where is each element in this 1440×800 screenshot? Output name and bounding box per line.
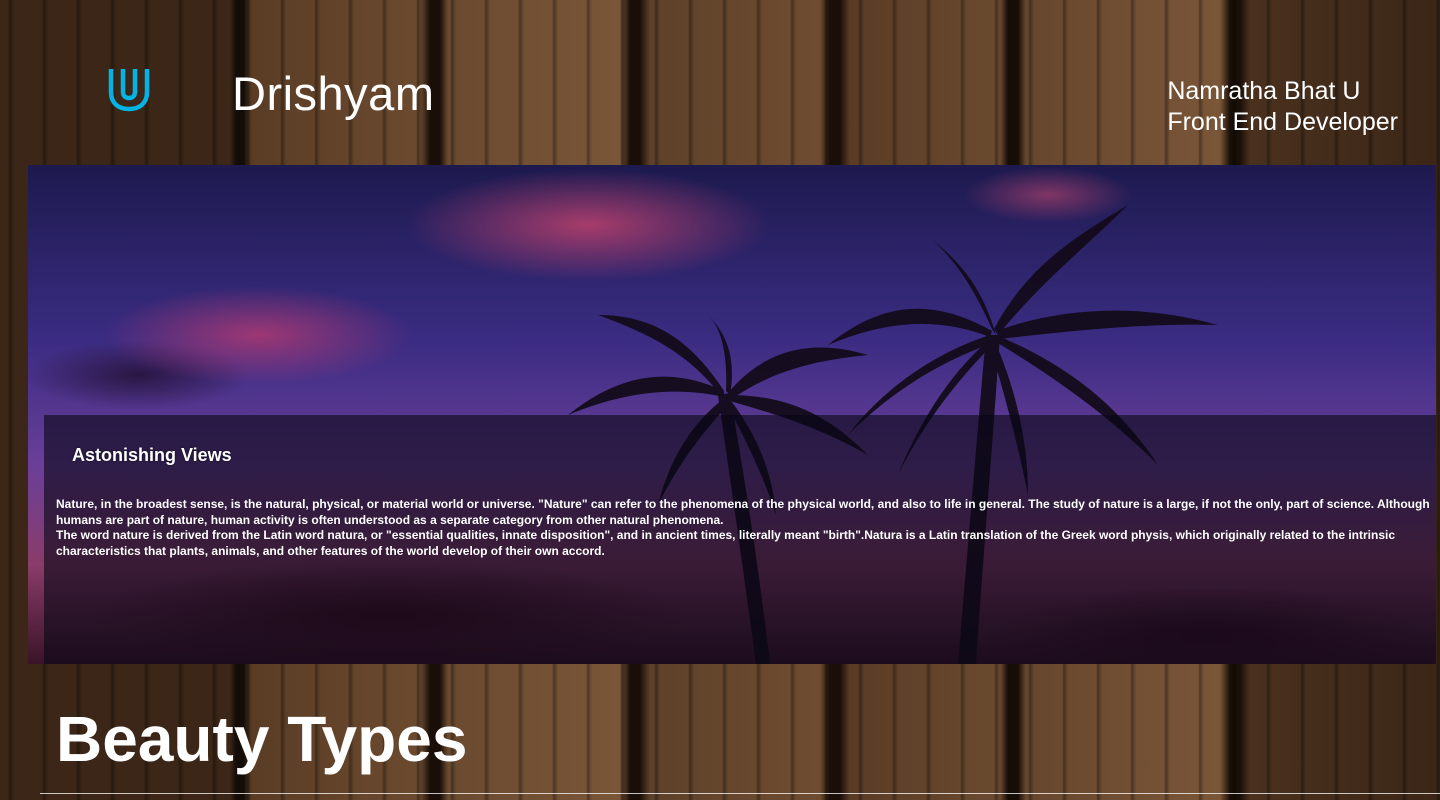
- site-title: Drishyam: [232, 67, 435, 120]
- hero-description: Nature, in the broadest sense, is the na…: [56, 497, 1432, 559]
- section-title: Beauty Types: [56, 703, 468, 775]
- udacity-logo-icon[interactable]: [106, 66, 152, 112]
- author-info: Namratha Bhat U Front End Developer: [1167, 76, 1398, 138]
- hero-banner: Astonishing Views Nature, in the broades…: [28, 165, 1436, 664]
- author-role: Front End Developer: [1167, 108, 1398, 136]
- hero-heading: Astonishing Views: [72, 445, 232, 465]
- author-name: Namratha Bhat U: [1167, 77, 1361, 105]
- hero-paragraph: The word nature is derived from the Lati…: [56, 528, 1396, 558]
- hero-paragraph: Nature, in the broadest sense, is the na…: [56, 497, 1430, 527]
- section-divider: [40, 793, 1440, 794]
- page-header: Drishyam Namratha Bhat U Front End Devel…: [0, 0, 1440, 165]
- hero-info-panel: Astonishing Views Nature, in the broades…: [44, 415, 1436, 664]
